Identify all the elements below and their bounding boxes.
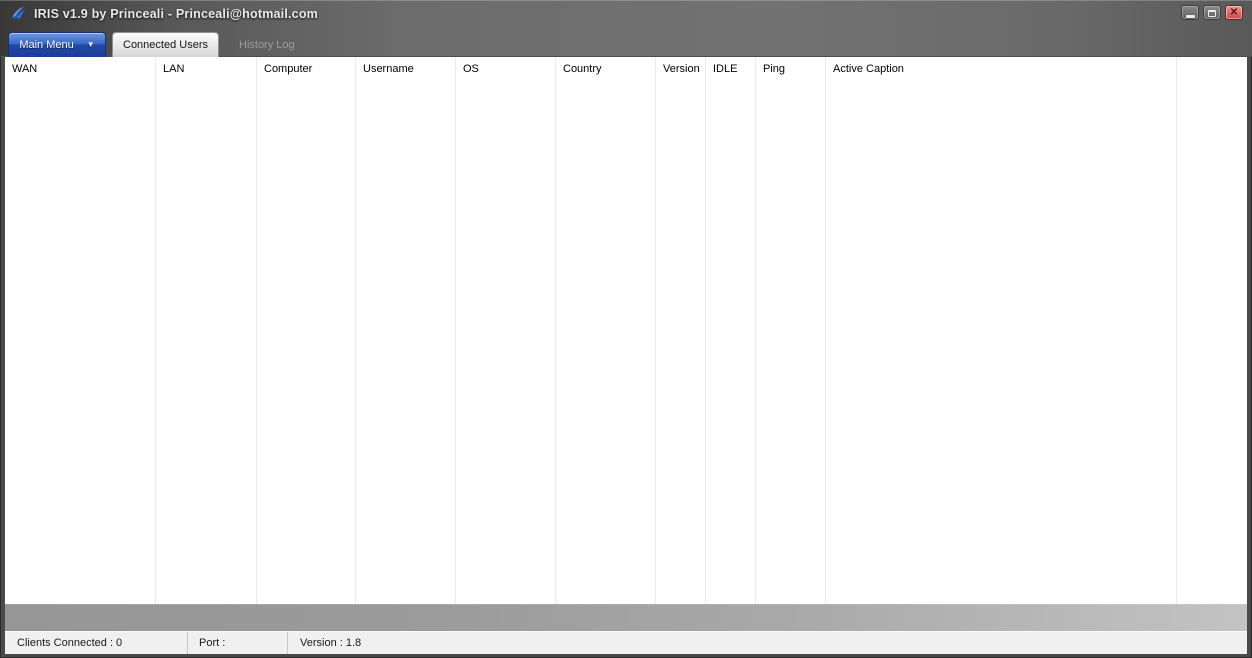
- column-header-version[interactable]: Version: [656, 57, 705, 75]
- main-menu-button[interactable]: Main Menu ▼: [8, 32, 106, 57]
- status-version: Version : 1.8: [288, 632, 361, 654]
- column-version: Version: [656, 57, 706, 604]
- column-header-wan[interactable]: WAN: [5, 57, 155, 75]
- column-header-active-caption[interactable]: Active Caption: [826, 57, 1176, 75]
- tab-bar: Main Menu ▼ Connected Users History Log: [0, 28, 1252, 57]
- chevron-down-icon: ▼: [87, 41, 95, 49]
- close-button[interactable]: ✕: [1225, 5, 1243, 20]
- column-wan: WAN: [5, 57, 156, 604]
- horizontal-scrollbar[interactable]: [5, 604, 1247, 631]
- column-filler: [1177, 57, 1247, 604]
- tab-history-log[interactable]: History Log: [237, 32, 297, 57]
- column-header-username[interactable]: Username: [356, 57, 455, 75]
- app-window: IRIS v1.9 by Princeali - Princeali@hotma…: [0, 0, 1252, 658]
- maximize-button[interactable]: [1203, 5, 1221, 20]
- titlebar[interactable]: IRIS v1.9 by Princeali - Princeali@hotma…: [0, 0, 1252, 28]
- column-header-country[interactable]: Country: [556, 57, 655, 75]
- column-os: OS: [456, 57, 556, 604]
- status-clients-connected: Clients Connected : 0: [5, 632, 188, 654]
- column-country: Country: [556, 57, 656, 604]
- tab-connected-users[interactable]: Connected Users: [112, 32, 219, 57]
- minimize-icon: [1186, 15, 1195, 18]
- window-chrome: IRIS v1.9 by Princeali - Princeali@hotma…: [0, 0, 1252, 57]
- window-controls: ✕: [1181, 5, 1243, 20]
- minimize-button[interactable]: [1181, 5, 1199, 20]
- window-title: IRIS v1.9 by Princeali - Princeali@hotma…: [34, 7, 318, 21]
- tab-connected-users-label: Connected Users: [123, 39, 208, 51]
- maximize-icon: [1208, 10, 1216, 17]
- column-idle: IDLE: [706, 57, 756, 604]
- column-active-caption: Active Caption: [826, 57, 1177, 604]
- column-header-computer[interactable]: Computer: [257, 57, 355, 75]
- status-bar: Clients Connected : 0 Port : Version : 1…: [5, 631, 1247, 654]
- column-username: Username: [356, 57, 456, 604]
- column-header-os[interactable]: OS: [456, 57, 555, 75]
- app-bird-icon: [8, 5, 28, 25]
- status-port: Port :: [188, 632, 288, 654]
- close-icon: ✕: [1226, 7, 1242, 19]
- column-lan: LAN: [156, 57, 257, 604]
- column-ping: Ping: [756, 57, 826, 604]
- main-menu-label: Main Menu: [19, 39, 73, 51]
- connected-users-table: WAN LAN Computer Username OS Country Ver…: [5, 57, 1247, 604]
- column-computer: Computer: [257, 57, 356, 604]
- column-header-ping[interactable]: Ping: [756, 57, 825, 75]
- tab-history-log-label: History Log: [239, 39, 295, 51]
- column-header-idle[interactable]: IDLE: [706, 57, 755, 75]
- column-header-lan[interactable]: LAN: [156, 57, 256, 75]
